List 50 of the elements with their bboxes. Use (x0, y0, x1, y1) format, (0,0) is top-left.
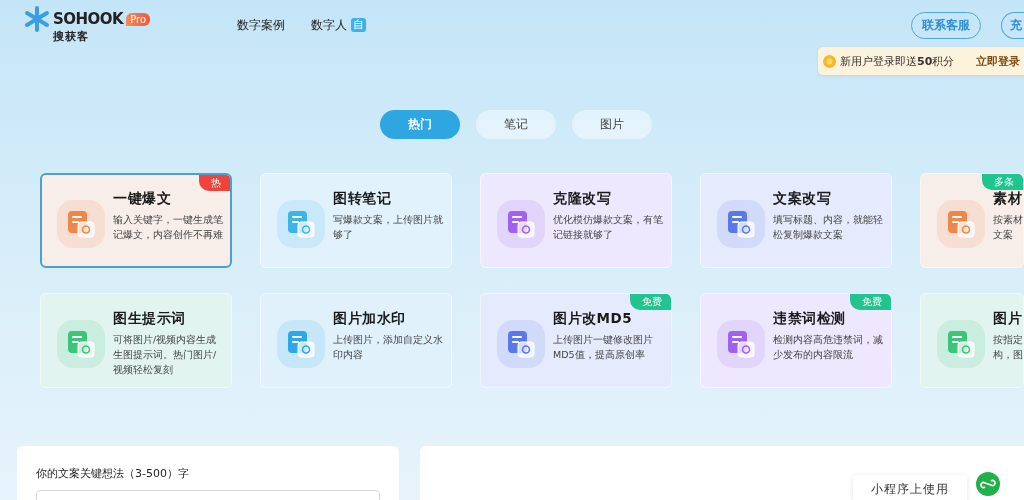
tool-card[interactable]: 热 一键爆文 输入关键字，一键生成笔记爆文，内容创作不再难 (40, 173, 232, 268)
tool-description: 优化模仿爆款文案，有笔记链接就够了 (553, 213, 664, 242)
tool-badge: 免费 (850, 294, 891, 310)
tool-card[interactable]: 免费 违禁词检测 检测内容高危违禁词，减少发布的内容限流 (700, 293, 892, 388)
tool-badge: 免费 (630, 294, 671, 310)
pro-badge: Pro (126, 12, 151, 26)
tool-description: 按素材文案 (993, 213, 1023, 242)
mini-program-button[interactable]: 小程序上使用 (853, 475, 967, 500)
tool-description: 写爆款文案，上传图片就够了 (333, 213, 444, 242)
link-icon[interactable] (976, 472, 1000, 496)
tool-title: 一键爆文 (113, 190, 171, 208)
login-link[interactable]: 立即登录 (976, 53, 1024, 69)
tool-badge: 多条 (982, 174, 1023, 190)
nav-label: 数字人 (311, 16, 347, 34)
tool-description: 检测内容高危违禁词，减少发布的内容限流 (773, 333, 884, 362)
tool-description: 可将图片/视频内容生成生图提示词。热门图片/视频轻松复刻 (113, 333, 218, 377)
asterisk-logo-icon (24, 6, 50, 32)
tool-badge: 热 (199, 175, 230, 191)
logo-wordmark: SOHOOK (53, 10, 124, 28)
tool-description: 上传图片一键修改图片MD5值，提高原创率 (553, 333, 654, 362)
tool-card[interactable]: 图转笔记 写爆款文案，上传图片就够了 (260, 173, 452, 268)
tool-card[interactable]: 图片 按指定构，图 (920, 293, 1024, 388)
tool-title: 克隆改写 (553, 190, 611, 208)
nav-tag: 自 (351, 18, 366, 32)
tool-card[interactable]: 图片加水印 上传图片，添加自定义水印内容 (260, 293, 452, 388)
login-promo-text: 新用户登录即送50积分 (840, 53, 955, 69)
coin-icon (823, 54, 836, 68)
tool-title: 图片 (993, 310, 1022, 328)
tool-title: 图片加水印 (333, 310, 406, 328)
tool-card[interactable]: 多条 素材 按素材文案 (920, 173, 1024, 268)
tool-description: 输入关键字，一键生成笔记爆文，内容创作不再难 (113, 213, 224, 242)
category-tab[interactable]: 笔记 (476, 110, 556, 139)
tool-title: 违禁词检测 (773, 310, 846, 328)
tool-title: 图生提示词 (113, 310, 186, 328)
tool-title: 文案改写 (773, 190, 831, 208)
category-tab[interactable]: 图片 (572, 110, 652, 139)
tool-card[interactable]: 文案改写 填写标题、内容，就能轻松复制爆款文案 (700, 173, 892, 268)
nav-link[interactable]: 数字人 自 (311, 16, 366, 34)
tool-title: 图片改MD5 (553, 310, 633, 328)
tool-title: 素材 (993, 190, 1022, 208)
logo-subtitle: 搜获客 (53, 29, 90, 44)
nav-link[interactable]: 数字案例 (237, 16, 285, 34)
tool-card[interactable]: 免费 图片改MD5 上传图片一键修改图片MD5值，提高原创率 (480, 293, 672, 388)
tool-description: 上传图片，添加自定义水印内容 (333, 333, 444, 362)
tool-description: 填写标题、内容，就能轻松复制爆款文案 (773, 213, 884, 242)
tool-title: 图转笔记 (333, 190, 391, 208)
tool-card[interactable]: 克隆改写 优化模仿爆款文案，有笔记链接就够了 (480, 173, 672, 268)
field-label: 你的文案关键想法（3-500）字 (36, 466, 190, 481)
tool-description: 按指定构，图 (993, 333, 1023, 362)
tool-card[interactable]: 图生提示词 可将图片/视频内容生成生图提示词。热门图片/视频轻松复刻 (40, 293, 232, 388)
